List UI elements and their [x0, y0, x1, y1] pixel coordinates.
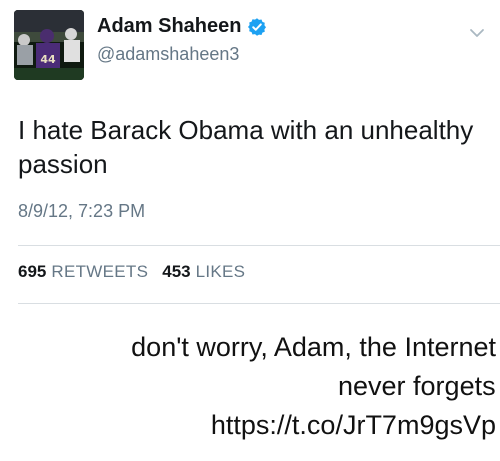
- divider: [18, 245, 500, 246]
- caption-line-2: never forgets: [338, 371, 496, 401]
- tweet-card: 44 Adam Shaheen @adamshaheen3 I hate Bar…: [0, 0, 500, 304]
- likes-count: 453: [162, 262, 191, 281]
- retweets-count: 695: [18, 262, 47, 281]
- retweets-label: RETWEETS: [51, 262, 149, 281]
- verified-badge-icon: [248, 18, 266, 36]
- likes-stat[interactable]: 453 LIKES: [162, 262, 245, 281]
- retweets-stat[interactable]: 695 RETWEETS: [18, 262, 148, 281]
- display-name[interactable]: Adam Shaheen: [97, 15, 241, 38]
- tweet-stats: 695 RETWEETS 453 LIKES: [18, 262, 245, 282]
- divider: [18, 303, 500, 304]
- caption-line-3[interactable]: https://t.co/JrT7m9gsVp: [211, 406, 496, 445]
- user-handle[interactable]: @adamshaheen3: [97, 44, 239, 65]
- likes-label: LIKES: [195, 262, 246, 281]
- tweet-timestamp[interactable]: 8/9/12, 7:23 PM: [18, 201, 145, 222]
- caption-line-1: don't worry, Adam, the Internet: [131, 332, 496, 362]
- chevron-down-icon[interactable]: [468, 24, 486, 42]
- avatar-image: 44: [14, 10, 84, 80]
- svg-text:44: 44: [40, 53, 56, 66]
- tweet-text: I hate Barack Obama with an unhealthy pa…: [18, 115, 474, 179]
- avatar[interactable]: 44: [14, 10, 84, 80]
